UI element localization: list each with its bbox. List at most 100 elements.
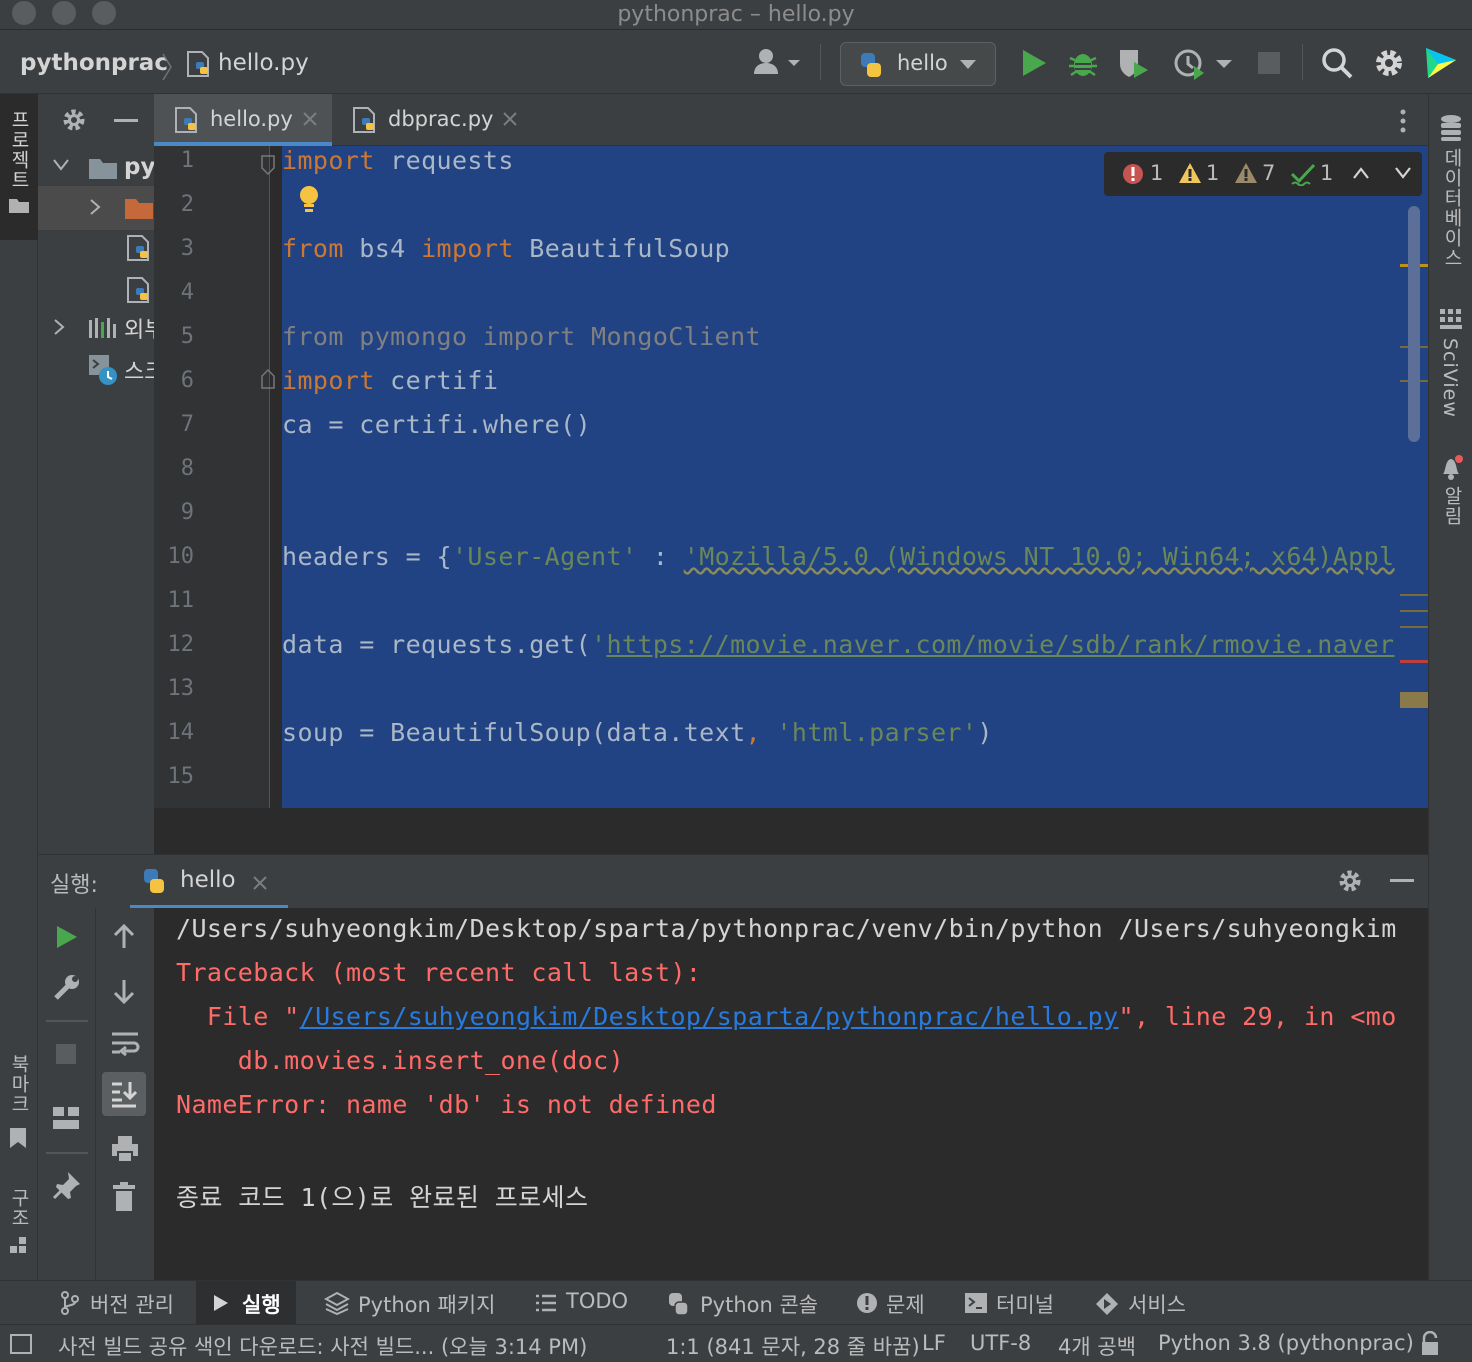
code-editor[interactable]: import requests from bs4 import Beautifu… — [282, 146, 1428, 808]
warning-stripe-mark[interactable] — [1400, 626, 1428, 628]
breadcrumb-file[interactable]: hello.py — [218, 50, 309, 76]
code-line-10: headers = {'User-Agent' : 'Mozilla/5.0 (… — [282, 542, 1395, 571]
console-file-line: File "/Users/suhyeongkim/Desktop/sparta/… — [176, 1002, 1397, 1031]
error-stripe-mark[interactable] — [1400, 660, 1428, 663]
tool-terminal[interactable]: 터미널 — [956, 1281, 1072, 1325]
profiler-icon[interactable] — [1170, 46, 1240, 80]
fold-icon[interactable] — [260, 154, 276, 176]
fold-icon[interactable] — [260, 368, 276, 390]
console-traceback: Traceback (most recent call last): — [176, 958, 702, 987]
structure-tool-button[interactable]: 구조 — [0, 1184, 38, 1254]
line-number: 2 — [180, 192, 194, 217]
tool-todo[interactable]: TODO — [526, 1281, 636, 1325]
arrow-up-icon[interactable] — [112, 924, 136, 950]
warning-stripe-mark[interactable] — [1400, 594, 1428, 596]
rerun-icon[interactable] — [54, 924, 80, 950]
arrow-down-icon[interactable] — [112, 978, 136, 1004]
stop-icon[interactable] — [1258, 52, 1280, 74]
line-number: 8 — [180, 456, 194, 481]
editor-scrollbar[interactable] — [1408, 206, 1420, 442]
close-icon[interactable] — [302, 111, 318, 127]
status-message[interactable]: 사전 빌드 공유 색인 다운로드: 사전 빌드... (오늘 3:14 PM) — [58, 1331, 587, 1361]
run-console-output[interactable]: /Users/suhyeongkim/Desktop/sparta/python… — [154, 908, 1428, 1280]
console-command: /Users/suhyeongkim/Desktop/sparta/python… — [176, 914, 1397, 943]
warning-stripe-mark[interactable] — [1400, 692, 1428, 708]
coverage-icon[interactable] — [1116, 46, 1150, 80]
line-number: 10 — [167, 544, 195, 569]
debug-icon[interactable] — [1066, 46, 1100, 80]
tab-hello-py[interactable]: hello.py — [154, 94, 332, 146]
file-link[interactable]: /Users/suhyeongkim/Desktop/sparta/python… — [300, 1002, 1119, 1031]
settings-gear-icon[interactable] — [60, 106, 88, 134]
line-number: 9 — [180, 500, 194, 525]
run-config-select[interactable]: hello — [840, 42, 996, 86]
tool-version-control[interactable]: 버전 관리 — [50, 1281, 190, 1325]
keyword: import — [421, 234, 514, 263]
python-interpreter[interactable]: Python 3.8 (pythonprac) — [1158, 1331, 1414, 1355]
minimize-panel-icon[interactable] — [1390, 879, 1414, 882]
unlock-icon[interactable] — [1418, 1331, 1444, 1357]
code-text: requests — [374, 146, 514, 175]
warning-stripe-mark[interactable] — [1400, 610, 1428, 612]
play-icon — [212, 1293, 230, 1313]
breadcrumb-project[interactable]: pythonprac — [20, 50, 168, 76]
tool-run[interactable]: 실행 — [196, 1281, 296, 1325]
run-tab-hello[interactable]: hello — [130, 855, 288, 909]
run-icon[interactable] — [1016, 46, 1050, 80]
tool-services[interactable]: 서비스 — [1086, 1281, 1196, 1325]
layers-icon — [324, 1291, 350, 1315]
tree-item-venv[interactable] — [38, 186, 154, 230]
pin-icon[interactable] — [52, 1170, 82, 1200]
tool-python-console[interactable]: Python 콘솔 — [658, 1281, 828, 1325]
console-code-line: db.movies.insert_one(doc) — [176, 1046, 625, 1075]
bookmarks-tool-label: 북마크 — [8, 1054, 30, 1114]
scroll-to-end-button[interactable] — [102, 1072, 146, 1116]
caret-position[interactable]: 1:1 (841 문자, 28 줄 바꿈) — [666, 1331, 920, 1361]
tree-item-scratches-label: 스크 — [124, 360, 154, 385]
close-icon[interactable] — [502, 111, 518, 127]
trash-icon[interactable] — [112, 1182, 136, 1212]
services-icon — [1094, 1291, 1120, 1317]
layout-icon[interactable] — [52, 1106, 80, 1130]
database-tool-button[interactable]: 데이터베이스 — [1429, 108, 1472, 288]
sciview-tool-button[interactable]: SciView — [1429, 304, 1472, 424]
gear-icon[interactable] — [1336, 867, 1364, 895]
user-account-icon[interactable] — [752, 46, 800, 80]
minimize-panel-icon[interactable] — [114, 119, 138, 122]
line-number: 3 — [180, 236, 194, 261]
line-separator[interactable]: LF — [922, 1331, 946, 1355]
notifications-tool-label: 알림 — [1441, 486, 1463, 526]
project-tool-button[interactable]: 프로젝트 — [0, 94, 38, 240]
more-options-icon[interactable] — [1398, 108, 1408, 134]
editor-empty-area — [154, 808, 1428, 854]
bookmarks-tool-button[interactable]: 북마크 — [0, 1054, 38, 1154]
line-number: 12 — [167, 632, 195, 657]
code-text: bs4 — [343, 234, 422, 263]
tab-label: dbprac.py — [388, 107, 494, 131]
lightbulb-icon[interactable] — [298, 184, 320, 214]
tool-python-packages[interactable]: Python 패키지 — [316, 1281, 506, 1325]
soft-wrap-icon[interactable] — [110, 1030, 140, 1058]
python-file-icon[interactable] — [126, 276, 152, 304]
stop-icon[interactable] — [56, 1044, 76, 1064]
wrench-icon[interactable] — [52, 972, 82, 1002]
file-encoding[interactable]: UTF-8 — [970, 1331, 1031, 1355]
tree-item-root[interactable]: py — [38, 146, 154, 190]
inspection-widget[interactable]: 1 1 7 1 — [1104, 152, 1422, 196]
chevron-down-icon[interactable] — [1394, 166, 1412, 180]
notifications-tool-button[interactable]: 알림 — [1429, 450, 1472, 530]
code-line-14: soup = BeautifulSoup(data.text, 'html.pa… — [282, 718, 993, 747]
tool-problems[interactable]: 문제 — [848, 1281, 948, 1325]
toggle-tool-windows-icon[interactable] — [10, 1334, 32, 1354]
tree-item-scratches[interactable]: 스크 — [38, 350, 154, 390]
tab-dbprac-py[interactable]: dbprac.py — [334, 94, 524, 146]
tree-item-external-libraries[interactable]: 외부 — [38, 308, 154, 348]
print-icon[interactable] — [110, 1134, 140, 1164]
jetbrains-logo-icon[interactable] — [1424, 46, 1458, 80]
chevron-up-icon[interactable] — [1352, 166, 1370, 180]
search-icon[interactable] — [1320, 46, 1354, 80]
python-file-icon[interactable] — [126, 234, 152, 262]
close-icon[interactable] — [252, 875, 268, 891]
indent-setting[interactable]: 4개 공백 — [1058, 1331, 1136, 1361]
gear-icon[interactable] — [1372, 46, 1406, 80]
